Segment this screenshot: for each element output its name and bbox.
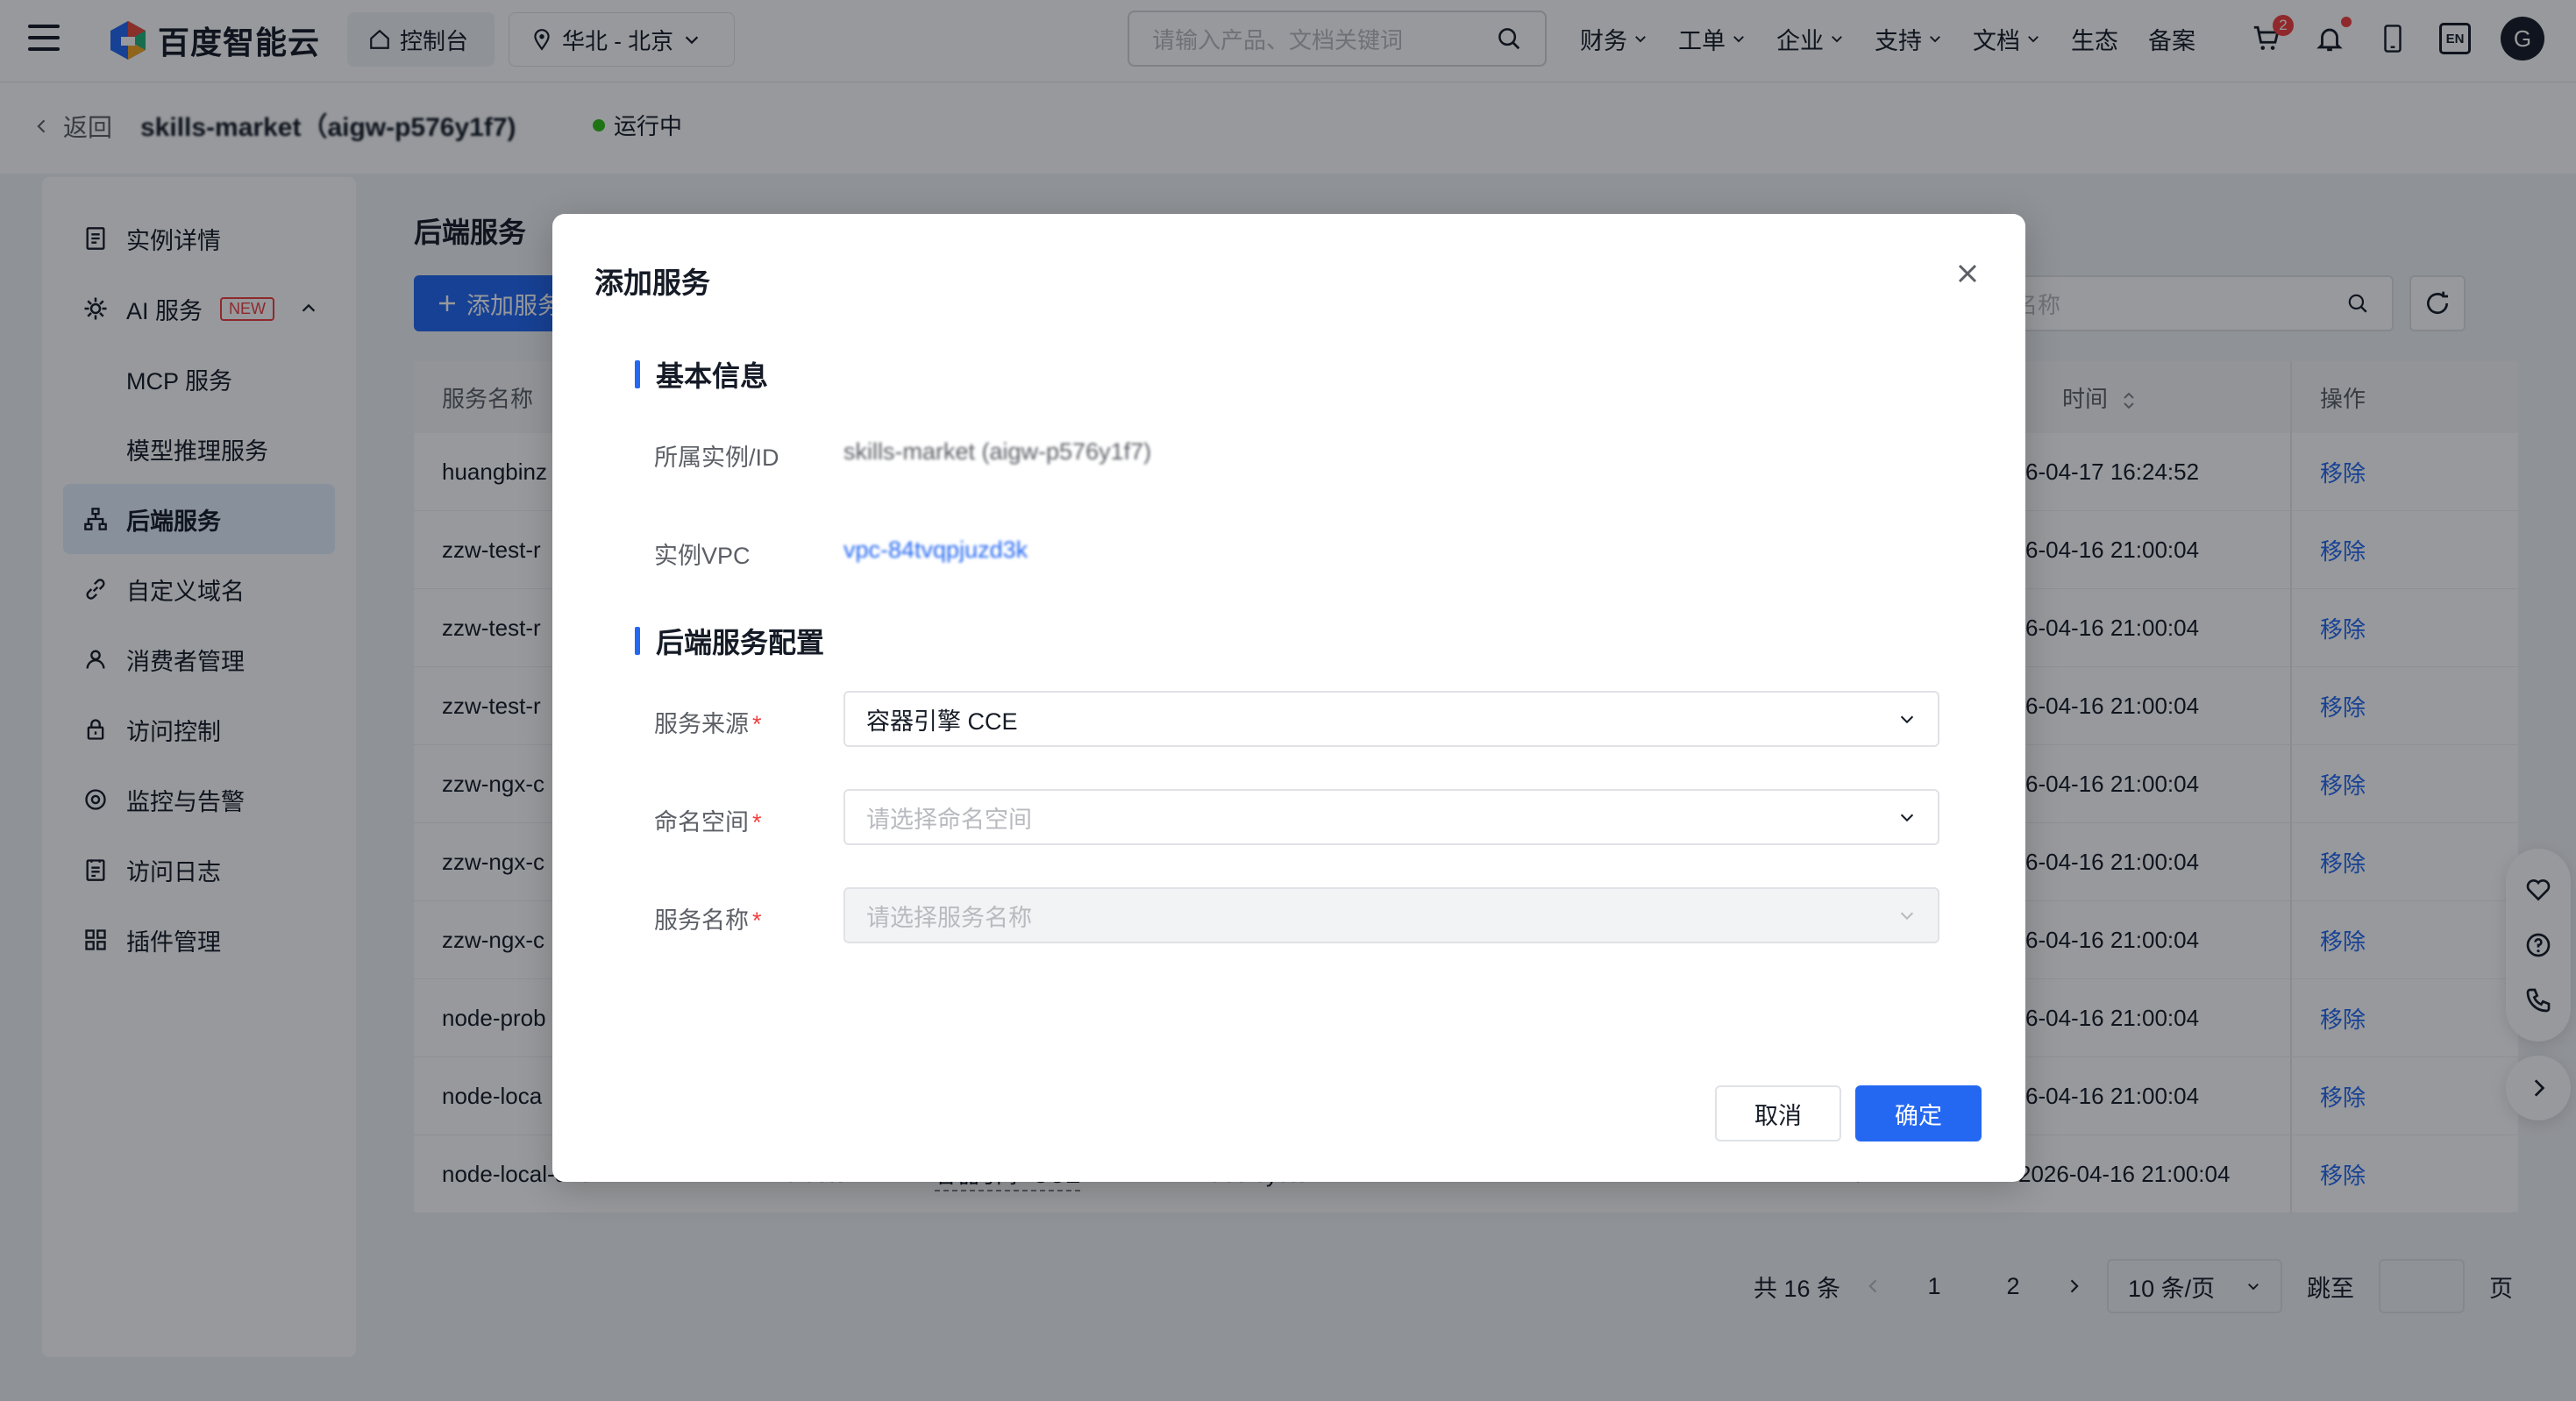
source-label: 服务来源 * [654, 705, 762, 739]
required-mark: * [752, 809, 762, 836]
service-name-select[interactable]: 请选择服务名称 [843, 887, 1939, 943]
required-mark: * [752, 711, 762, 737]
section-backend-config: 后端服务配置 [635, 621, 824, 661]
section-marker [635, 360, 640, 388]
instance-value: skills-market (aigw-p576y1f7) [843, 438, 1152, 465]
chevron-down-icon [1900, 912, 1914, 921]
service-source-value: 容器引擎 CCE [866, 708, 1018, 735]
namespace-placeholder: 请选择命名空间 [866, 806, 1032, 833]
namespace-label: 命名空间 * [654, 803, 762, 837]
section-title: 基本信息 [656, 360, 769, 392]
service-name-label-text: 服务名称 [654, 907, 749, 934]
namespace-label-text: 命名空间 [654, 809, 749, 836]
chevron-down-icon [1900, 715, 1914, 724]
service-name-label: 服务名称 * [654, 901, 762, 935]
service-name-placeholder: 请选择服务名称 [866, 904, 1032, 931]
add-service-dialog: 添加服务 基本信息 所属实例/ID skills-market (aigw-p5… [552, 214, 2025, 1182]
section-title: 后端服务配置 [656, 627, 825, 658]
service-source-select[interactable]: 容器引擎 CCE [843, 691, 1939, 747]
namespace-select[interactable]: 请选择命名空间 [843, 789, 1939, 845]
close-icon[interactable] [1952, 258, 1983, 289]
required-mark: * [752, 907, 762, 934]
dialog-title: 添加服务 [594, 267, 710, 299]
vpc-link[interactable]: vpc-84tvqpjuzd3k [843, 537, 1028, 564]
chevron-down-icon [1900, 814, 1914, 822]
vpc-label: 实例VPC [654, 543, 751, 569]
instance-label: 所属实例/ID [654, 444, 779, 471]
source-label-text: 服务来源 [654, 711, 749, 737]
section-basic-info: 基本信息 [635, 354, 768, 395]
confirm-button[interactable]: 确定 [1855, 1085, 1982, 1141]
cancel-button[interactable]: 取消 [1715, 1085, 1841, 1141]
section-marker [635, 627, 640, 655]
